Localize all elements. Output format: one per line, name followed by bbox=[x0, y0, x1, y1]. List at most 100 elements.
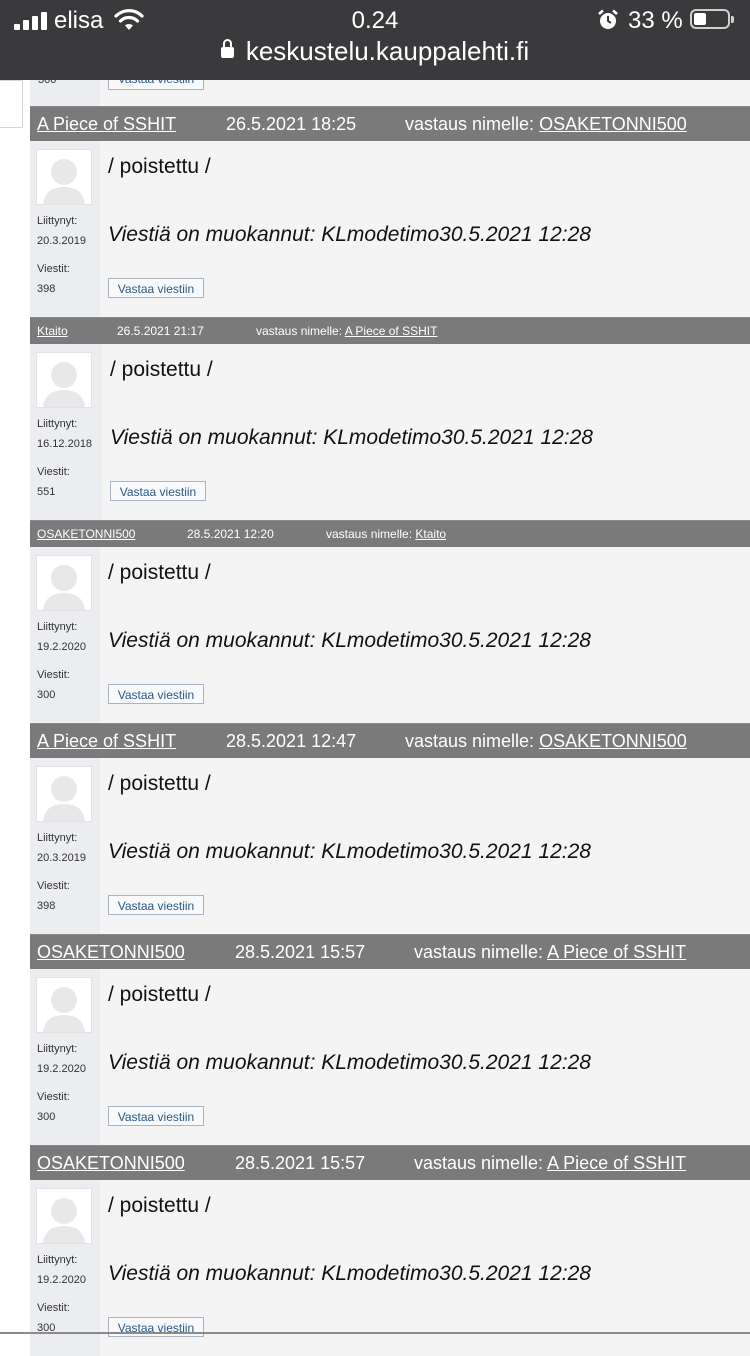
posts-label: Viestit: bbox=[37, 263, 70, 275]
reply-to-info: vastaus nimelle: Ktaito bbox=[326, 521, 446, 547]
post-body: Liittynyt: 19.2.2020 Viestit: 300 / pois… bbox=[30, 969, 750, 1145]
post-header: OSAKETONNI500 28.5.2021 12:20 vastaus ni… bbox=[30, 520, 750, 547]
reply-to-prefix: vastaus nimelle: bbox=[414, 942, 544, 962]
post-count: 300 bbox=[37, 689, 56, 701]
post-count: 551 bbox=[37, 486, 56, 498]
reply-to-user-link[interactable]: A Piece of SSHIT bbox=[547, 1153, 686, 1173]
joined-date: 20.3.2019 bbox=[37, 235, 86, 247]
post-date: 26.5.2021 21:17 bbox=[117, 324, 204, 338]
forum-post: A Piece of SSHIT 26.5.2021 18:25 vastaus… bbox=[30, 106, 750, 317]
avatar-placeholder-icon bbox=[36, 555, 92, 611]
posts-label: Viestit: bbox=[37, 466, 70, 478]
joined-label: Liittynyt: bbox=[37, 418, 78, 430]
post-author-link[interactable]: OSAKETONNI500 bbox=[37, 1153, 185, 1173]
post-text: / poistettu / bbox=[108, 155, 211, 178]
reply-to-user-link[interactable]: A Piece of SSHIT bbox=[547, 942, 686, 962]
address-bar[interactable]: keskustelu.kauppalehti.fi bbox=[0, 36, 750, 67]
reply-button[interactable]: Vastaa viestiin bbox=[108, 1106, 204, 1126]
reply-button[interactable]: Vastaa viestiin bbox=[108, 278, 204, 298]
thread-post-list: A Piece of SSHIT 26.5.2021 18:25 vastaus… bbox=[30, 106, 750, 1356]
forum-post: OSAKETONNI500 28.5.2021 15:57 vastaus ni… bbox=[30, 934, 750, 1145]
reply-to-user-link[interactable]: Ktaito bbox=[415, 527, 446, 541]
posts-label: Viestit: bbox=[37, 1091, 70, 1103]
battery-percentage: 33 % bbox=[628, 7, 683, 34]
post-count: 300 bbox=[37, 1111, 56, 1123]
reply-button[interactable]: Vastaa viestiin bbox=[108, 895, 204, 915]
joined-date: 19.2.2020 bbox=[37, 641, 86, 653]
author-sidebar: Liittynyt: 19.2.2020 Viestit: 300 bbox=[30, 1180, 100, 1356]
post-count: 398 bbox=[37, 900, 56, 912]
reply-button[interactable]: Vastaa viestiin bbox=[110, 481, 206, 501]
avatar-placeholder-icon bbox=[36, 766, 92, 822]
author-sidebar: Liittynyt: 16.12.2018 Viestit: 551 bbox=[30, 344, 102, 520]
post-text: / poistettu / bbox=[108, 1194, 211, 1217]
reply-to-prefix: vastaus nimelle: bbox=[405, 731, 535, 751]
post-text: / poistettu / bbox=[110, 358, 213, 381]
author-sidebar: Liittynyt: 20.3.2019 Viestit: 398 bbox=[30, 758, 100, 934]
post-author-link[interactable]: A Piece of SSHIT bbox=[37, 731, 176, 751]
post-body: Liittynyt: 19.2.2020 Viestit: 300 / pois… bbox=[30, 1180, 750, 1356]
joined-label: Liittynyt: bbox=[37, 832, 78, 844]
post-body: Liittynyt: 19.2.2020 Viestit: 300 / pois… bbox=[30, 547, 750, 723]
reply-to-prefix: vastaus nimelle: bbox=[405, 114, 535, 134]
post-header: A Piece of SSHIT 26.5.2021 18:25 vastaus… bbox=[30, 106, 750, 141]
post-header: OSAKETONNI500 28.5.2021 15:57 vastaus ni… bbox=[30, 1145, 750, 1180]
forum-post: OSAKETONNI500 28.5.2021 15:57 vastaus ni… bbox=[30, 1145, 750, 1356]
forum-post: A Piece of SSHIT 28.5.2021 12:47 vastaus… bbox=[30, 723, 750, 934]
posts-label: Viestit: bbox=[37, 880, 70, 892]
battery-icon bbox=[690, 9, 734, 29]
reply-to-info: vastaus nimelle: OSAKETONNI500 bbox=[405, 724, 687, 758]
avatar-placeholder-icon bbox=[36, 352, 92, 408]
reply-to-info: vastaus nimelle: A Piece of SSHIT bbox=[414, 935, 686, 969]
post-author-link[interactable]: OSAKETONNI500 bbox=[37, 942, 185, 962]
joined-date: 20.3.2019 bbox=[37, 852, 86, 864]
page-left-edge bbox=[0, 80, 23, 128]
post-author-link[interactable]: OSAKETONNI500 bbox=[37, 527, 135, 541]
posts-label: Viestit: bbox=[37, 669, 70, 681]
avatar-placeholder-icon bbox=[36, 977, 92, 1033]
reply-to-info: vastaus nimelle: OSAKETONNI500 bbox=[405, 107, 687, 141]
posts-label: Viestit: bbox=[37, 1302, 70, 1314]
author-sidebar: Liittynyt: 20.3.2019 Viestit: 398 bbox=[30, 141, 100, 317]
reply-to-user-link[interactable]: OSAKETONNI500 bbox=[539, 114, 687, 134]
joined-label: Liittynyt: bbox=[37, 1254, 78, 1266]
post-date: 28.5.2021 12:20 bbox=[187, 527, 274, 541]
reply-button[interactable]: Vastaa viestiin bbox=[108, 1317, 204, 1337]
edited-note: Viestiä on muokannut: KLmodetimo30.5.202… bbox=[108, 1262, 591, 1285]
joined-label: Liittynyt: bbox=[37, 215, 78, 227]
post-body: Liittynyt: 16.12.2018 Viestit: 551 / poi… bbox=[30, 344, 750, 520]
reply-button[interactable]: Vastaa viestiin bbox=[108, 684, 204, 704]
edited-note: Viestiä on muokannut: KLmodetimo30.5.202… bbox=[110, 426, 593, 449]
joined-date: 19.2.2020 bbox=[37, 1063, 86, 1075]
browser-top-bar: elisa 0.24 33 % keskustelu.kauppalehti.f… bbox=[0, 0, 750, 80]
joined-label: Liittynyt: bbox=[37, 1043, 78, 1055]
post-header: A Piece of SSHIT 28.5.2021 12:47 vastaus… bbox=[30, 723, 750, 758]
forum-post: OSAKETONNI500 28.5.2021 12:20 vastaus ni… bbox=[30, 520, 750, 723]
reply-to-prefix: vastaus nimelle: bbox=[414, 1153, 544, 1173]
reply-to-info: vastaus nimelle: A Piece of SSHIT bbox=[414, 1146, 686, 1180]
lock-icon bbox=[220, 39, 234, 58]
reply-to-info: vastaus nimelle: A Piece of SSHIT bbox=[256, 318, 437, 344]
author-sidebar: Liittynyt: 19.2.2020 Viestit: 300 bbox=[30, 547, 100, 723]
post-date: 28.5.2021 15:57 bbox=[235, 942, 366, 962]
edited-note: Viestiä on muokannut: KLmodetimo30.5.202… bbox=[108, 223, 591, 246]
post-date: 28.5.2021 12:47 bbox=[226, 731, 357, 751]
joined-date: 19.2.2020 bbox=[37, 1274, 86, 1286]
post-author-link[interactable]: A Piece of SSHIT bbox=[37, 114, 176, 134]
reply-to-prefix: vastaus nimelle: bbox=[326, 527, 413, 541]
post-date: 28.5.2021 15:57 bbox=[235, 1153, 366, 1173]
url-text: keskustelu.kauppalehti.fi bbox=[245, 36, 530, 66]
joined-label: Liittynyt: bbox=[37, 621, 78, 633]
alarm-icon bbox=[598, 9, 618, 29]
post-author-link[interactable]: Ktaito bbox=[37, 324, 68, 338]
reply-to-user-link[interactable]: A Piece of SSHIT bbox=[345, 324, 438, 338]
edited-note: Viestiä on muokannut: KLmodetimo30.5.202… bbox=[108, 840, 591, 863]
post-text: / poistettu / bbox=[108, 983, 211, 1006]
reply-to-user-link[interactable]: OSAKETONNI500 bbox=[539, 731, 687, 751]
joined-date: 16.12.2018 bbox=[37, 438, 93, 450]
post-count: 398 bbox=[37, 283, 56, 295]
post-body: Liittynyt: 20.3.2019 Viestit: 398 / pois… bbox=[30, 141, 750, 317]
edited-note: Viestiä on muokannut: KLmodetimo30.5.202… bbox=[108, 1051, 591, 1074]
post-text: / poistettu / bbox=[108, 561, 211, 584]
reply-to-prefix: vastaus nimelle: bbox=[256, 324, 343, 338]
